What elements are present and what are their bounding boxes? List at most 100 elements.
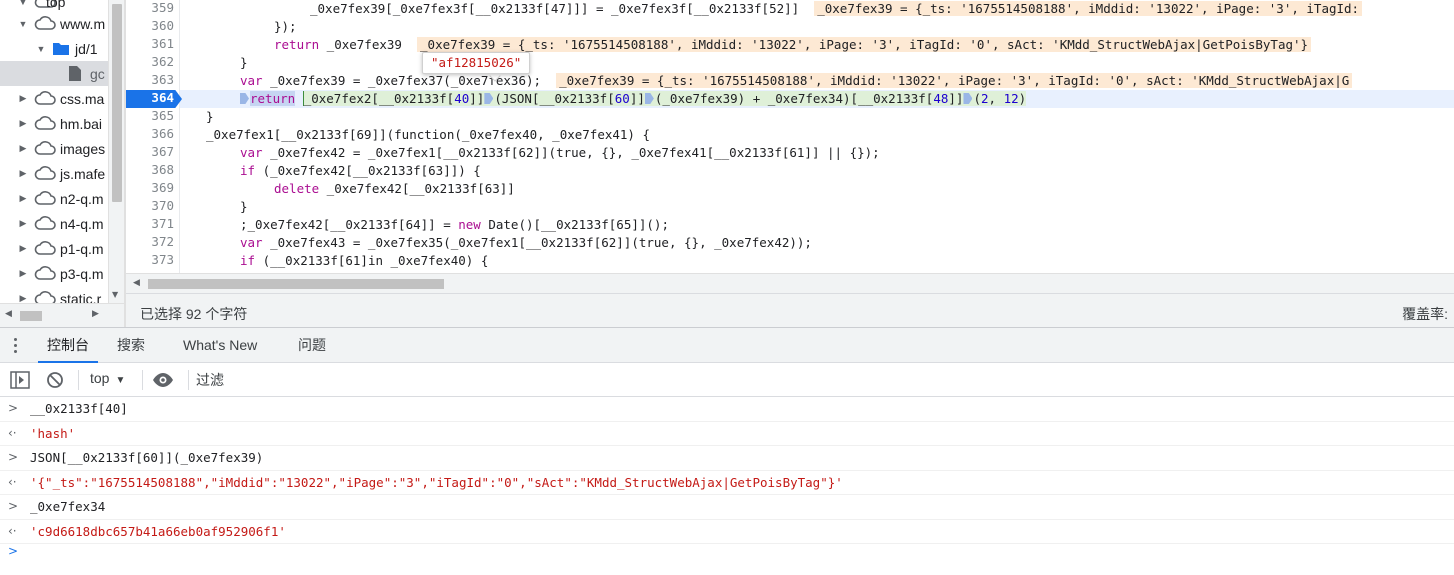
line-number[interactable]: 361	[126, 36, 174, 51]
console-input-text: _0xe7fex34	[30, 499, 106, 514]
tree-item-folder[interactable]: ▼ jd/1	[0, 36, 108, 61]
tab-console[interactable]: 控制台	[38, 328, 98, 363]
line-number[interactable]: 363	[126, 72, 174, 87]
chevron-right-icon[interactable]: ▶	[18, 268, 28, 279]
line-number[interactable]: 373	[126, 252, 174, 267]
tree-item-domain[interactable]: ▶ images	[0, 136, 108, 161]
chevron-right-icon[interactable]: ▶	[18, 293, 28, 303]
tab-search[interactable]: 搜索	[117, 328, 145, 363]
line-number[interactable]: 370	[126, 198, 174, 213]
tree-item-domain[interactable]: ▶ p3-q.m	[0, 261, 108, 286]
code-line: _0xe7fex39[_0xe7fex3f[__0x2133f[47]]] = …	[310, 0, 1363, 18]
line-number[interactable]: 366	[126, 126, 174, 141]
line-number[interactable]: 360	[126, 18, 174, 33]
drawer-tab-bar: 控制台 搜索 What's New 问题	[0, 327, 1454, 363]
tree-item-domain[interactable]: ▶ js.mafe	[0, 161, 108, 186]
tree-item-file[interactable]: gc	[0, 61, 108, 86]
code-line: });	[274, 19, 297, 34]
cloud-icon	[34, 141, 56, 155]
tree-item-domain[interactable]: ▶ static.r	[0, 286, 108, 303]
chevron-down-icon[interactable]: ▼	[36, 44, 46, 54]
keyword: var	[240, 145, 263, 160]
tree-item-domain[interactable]: ▶ n2-q.m	[0, 186, 108, 211]
code-editor[interactable]: 359 360 361 362 363 364 365 366 367 368 …	[126, 0, 1454, 273]
chevron-right-icon[interactable]: ▶	[18, 143, 28, 154]
chevron-down-icon[interactable]: ▼	[18, 19, 28, 29]
tree-horizontal-scrollbar[interactable]: ◀ ▶	[0, 303, 124, 327]
chevron-down-icon[interactable]: ▼	[18, 0, 28, 7]
scroll-left-icon[interactable]: ◀	[133, 278, 140, 288]
context-selector[interactable]: top ▼	[90, 370, 125, 390]
code-line: }	[240, 199, 248, 214]
sidebar-toggle-icon[interactable]	[10, 371, 30, 389]
code-line: ;_0xe7fex42[__0x2133f[64]] = new Date()[…	[240, 216, 669, 234]
console-input-row[interactable]: > __0x2133f[40]	[0, 397, 1454, 422]
line-number[interactable]: 365	[126, 108, 174, 123]
console-output[interactable]: > __0x2133f[40] ‹· 'hash' > JSON[__0x213…	[0, 397, 1454, 575]
line-number-gutter[interactable]: 359 360 361 362 363 364 365 366 367 368 …	[126, 0, 182, 273]
code-line: }	[240, 55, 248, 70]
eye-icon[interactable]	[152, 372, 174, 388]
tree-vertical-scrollbar[interactable]: ▼	[108, 0, 124, 303]
tab-issues[interactable]: 问题	[298, 328, 326, 363]
line-number[interactable]: 368	[126, 162, 174, 177]
line-number[interactable]: 367	[126, 144, 174, 159]
console-input-row[interactable]: > JSON[__0x2133f[60]](_0xe7fex39)	[0, 446, 1454, 471]
result-arrow-icon: ‹·	[8, 523, 17, 538]
clear-console-icon[interactable]	[46, 371, 64, 389]
step-marker-icon[interactable]	[240, 93, 249, 104]
step-marker-icon[interactable]	[644, 93, 654, 104]
keyword: var	[240, 73, 263, 88]
tree-item-domain[interactable]: ▶ n4-q.m	[0, 211, 108, 236]
chevron-right-icon[interactable]: ▶	[18, 118, 28, 129]
coverage-label[interactable]: 覆盖率:	[1402, 304, 1448, 324]
console-result-text: '{"_ts":"1675514508188","iMddid":"13022"…	[30, 474, 843, 490]
selected-expression[interactable]: _0xe7fex2[__0x2133f[40]] (JSON[__0x2133f[…	[302, 91, 1027, 106]
console-result-row[interactable]: ‹· 'hash'	[0, 422, 1454, 446]
number-literal: 60	[614, 91, 630, 106]
filter-input[interactable]	[196, 369, 796, 391]
cloud-icon	[34, 216, 56, 230]
code-text: _0xe7fex42[__0x2133f[63]]	[319, 181, 515, 196]
toolbar-divider	[78, 370, 79, 390]
chevron-right-icon[interactable]: ▶	[18, 193, 28, 204]
console-input-row[interactable]: > _0xe7fex34	[0, 495, 1454, 520]
tree-item-domain[interactable]: ▼ www.m	[0, 11, 108, 36]
scrollbar-thumb[interactable]	[148, 279, 444, 289]
file-tree: ▼ top ▼ www.m ▼ jd/1 gc ▶ css.ma ▶ hm.ba…	[0, 0, 108, 303]
line-number-active[interactable]: 364	[126, 90, 174, 105]
line-number[interactable]: 362	[126, 54, 174, 69]
tree-item-domain[interactable]: ▶ hm.bai	[0, 111, 108, 136]
selection-status: 已选择 92 个字符	[140, 306, 248, 322]
tab-whats-new[interactable]: What's New	[183, 328, 257, 363]
scroll-down-icon[interactable]: ▼	[112, 290, 118, 299]
inline-value: _0xe7fex39 = {_ts: '1675514508188', iMdd…	[556, 73, 1353, 88]
code-line: var _0xe7fex42 = _0xe7fex1[__0x2133f[62]…	[240, 144, 880, 162]
chevron-right-icon[interactable]: ▶	[18, 93, 28, 104]
console-input-text: JSON[__0x2133f[60]](_0xe7fex39)	[30, 450, 264, 465]
line-number[interactable]: 372	[126, 234, 174, 249]
console-result-row[interactable]: ‹· '{"_ts":"1675514508188","iMddid":"130…	[0, 471, 1454, 495]
tree-item-domain[interactable]: ▶ css.ma	[0, 86, 108, 111]
scrollbar-thumb[interactable]	[112, 4, 122, 202]
chevron-right-icon[interactable]: ▶	[18, 168, 28, 179]
console-toolbar: top ▼	[0, 363, 1454, 397]
line-number[interactable]: 359	[126, 0, 174, 15]
console-prompt-icon[interactable]: >	[8, 544, 18, 558]
scroll-left-icon[interactable]: ◀	[5, 309, 12, 319]
chevron-right-icon[interactable]: ▶	[18, 218, 28, 229]
step-marker-icon[interactable]	[963, 93, 973, 104]
step-marker-icon[interactable]	[484, 93, 494, 104]
chevron-right-icon[interactable]: ▶	[18, 243, 28, 254]
line-number[interactable]: 369	[126, 180, 174, 195]
more-options-icon[interactable]	[14, 338, 18, 354]
editor-horizontal-scrollbar[interactable]: ◀	[126, 273, 1454, 293]
console-result-row[interactable]: ‹· 'c9d6618dbc657b41a66eb0af952906f1'	[0, 520, 1454, 544]
tree-item-domain[interactable]: ▶ p1-q.m	[0, 236, 108, 261]
tree-item-label: gc	[90, 65, 105, 82]
tree-item-label: css.ma	[60, 90, 105, 107]
keyword: return	[274, 37, 320, 52]
scroll-right-icon[interactable]: ▶	[92, 309, 99, 319]
line-number[interactable]: 371	[126, 216, 174, 231]
scrollbar-thumb[interactable]	[20, 311, 42, 321]
